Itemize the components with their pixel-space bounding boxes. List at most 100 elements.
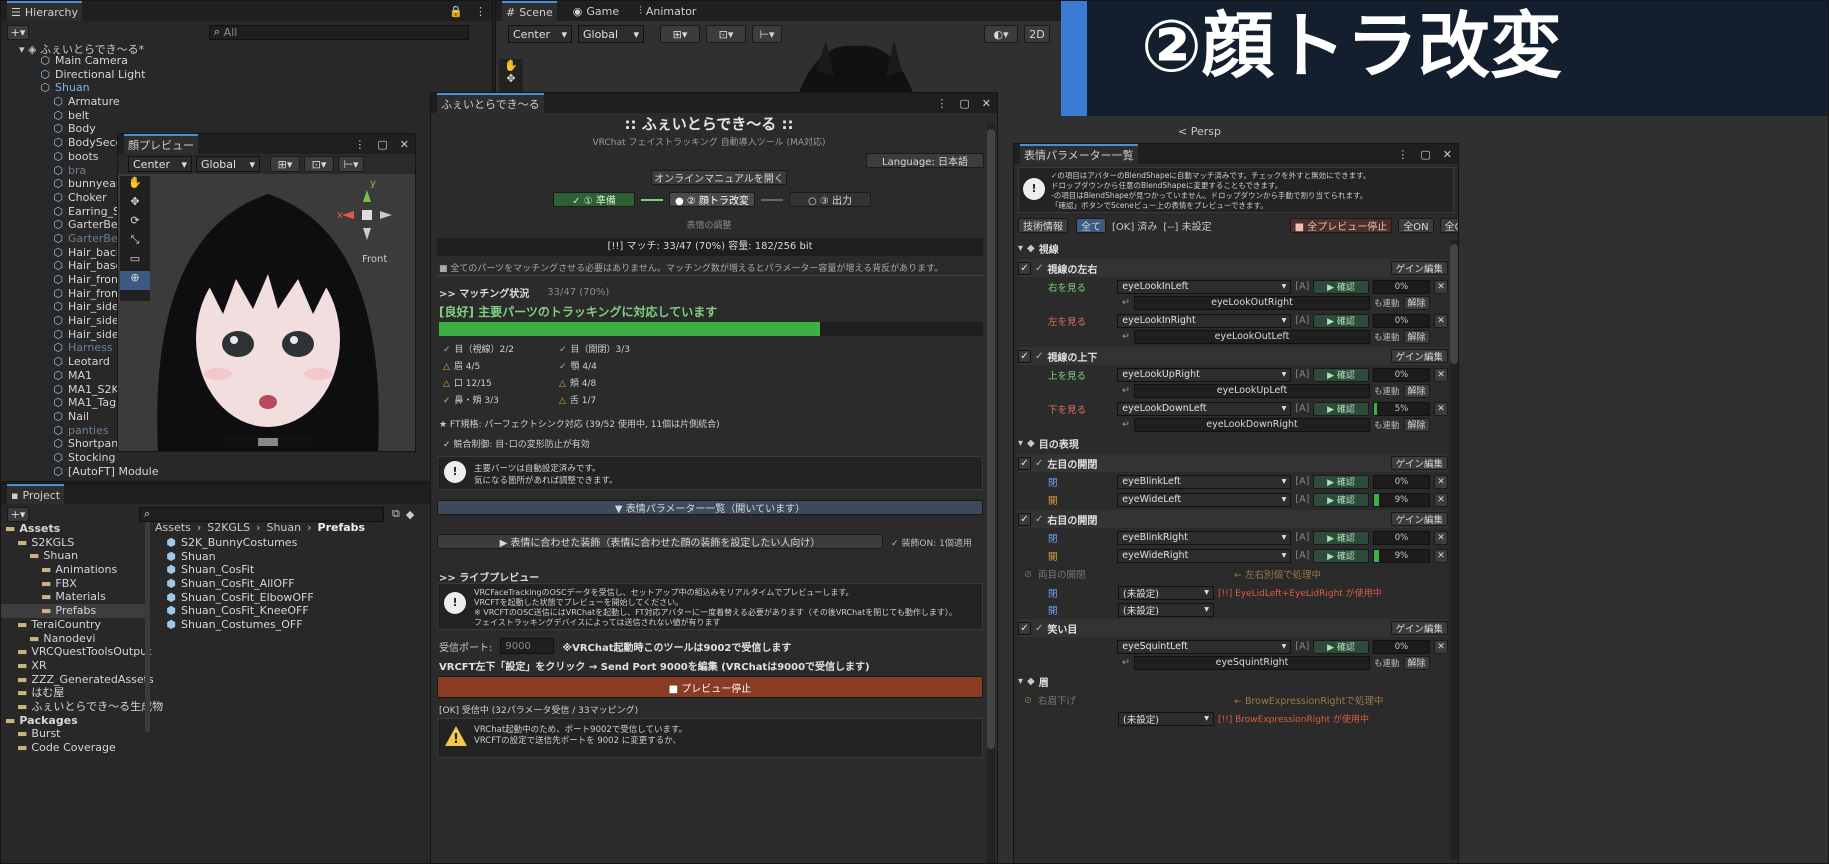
grid-snap-button[interactable]: ⊞▾	[660, 25, 700, 43]
tab-scene[interactable]: # Scene	[502, 1, 557, 21]
add-asset-button[interactable]: +▾	[7, 506, 29, 522]
tab-hierarchy[interactable]: ☰ Hierarchy	[7, 1, 83, 21]
hand-tool-icon[interactable]: ✋	[499, 59, 523, 72]
pivot-dropdown[interactable]: Center ▾	[508, 25, 572, 43]
persp-label[interactable]: < Persp	[1178, 125, 1221, 138]
blendshape-dropdown[interactable]: eyeSquintLeft ▾	[1117, 639, 1292, 654]
hierarchy-item[interactable]: ⬡ Armature	[1, 95, 492, 109]
mode-2d-button[interactable]: 2D	[1024, 25, 1050, 43]
transform-tool-icon[interactable]: ⊕	[120, 271, 150, 290]
project-folder-item[interactable]: ▬ VRCQuestToolsOutput	[1, 645, 151, 659]
open-manual-button[interactable]: オンラインマニュアルを開く	[651, 170, 787, 185]
close-icon[interactable]: ✕	[400, 138, 409, 151]
blendshape-dropdown[interactable]: eyeLookInLeft ▾	[1117, 279, 1292, 294]
checkbox[interactable]: ✓	[1018, 261, 1031, 275]
maximize-icon[interactable]: ▢	[377, 138, 387, 151]
project-folder-item[interactable]: ▬ Code Coverage	[1, 741, 146, 755]
hierarchy-item[interactable]: ⬡ Stocking	[1, 451, 492, 465]
project-folder-item[interactable]: ▬ XR	[1, 659, 146, 673]
confirm-button[interactable]: ▶ 確認	[1313, 530, 1369, 545]
value-slider[interactable]: 0%	[1372, 313, 1431, 328]
tool-scrollbar-thumb[interactable]	[987, 129, 995, 749]
confirm-button[interactable]: ▶ 確認	[1313, 474, 1369, 489]
tab-face-preview[interactable]: 顔プレビュー	[124, 134, 198, 154]
expr-section-header[interactable]: ▾ ◆ 視線	[1018, 240, 1448, 257]
checkbox[interactable]: ✓	[1018, 621, 1031, 635]
blendshape-dropdown[interactable]: eyeWideRight ▾	[1117, 548, 1292, 563]
blendshape-dropdown[interactable]: (未設定) ▾	[1118, 711, 1214, 726]
gain-edit-button[interactable]: ゲイン編集	[1390, 349, 1448, 363]
project-folder-item[interactable]: ▬ Assets	[1, 522, 146, 536]
expr-scrollbar-thumb[interactable]	[1450, 244, 1458, 364]
menu-icon[interactable]: ⋮	[1397, 148, 1408, 161]
checkbox[interactable]: ✓	[1018, 456, 1031, 470]
blendshape-dropdown[interactable]: eyeLookDownLeft ▾	[1117, 401, 1292, 416]
breadcrumb-item[interactable]: Assets	[155, 521, 191, 534]
label-icon[interactable]: ◆	[406, 508, 414, 521]
gain-edit-button[interactable]: ゲイン編集	[1390, 456, 1448, 470]
expand-icon[interactable]: ▾	[1018, 676, 1023, 687]
value-slider[interactable]: 5%	[1372, 401, 1431, 416]
expr-section-header[interactable]: ▾ ◆ 目の表現	[1018, 435, 1448, 452]
filter-all[interactable]: 全て	[1076, 218, 1106, 233]
stop-preview-button[interactable]: ■ プレビュー停止	[437, 676, 983, 698]
expr-list-toggle[interactable]: ▼ 表情パラメーター一覧（開いています）	[437, 500, 983, 515]
prefab-item[interactable]: ⬢ Shuan_CosFit	[165, 563, 314, 577]
expand-icon[interactable]: ▾	[1018, 438, 1023, 449]
prefab-item[interactable]: ⬢ Shuan_CosFit_ElbowOFF	[165, 591, 314, 605]
remove-button[interactable]: ✕	[1434, 367, 1448, 382]
remove-button[interactable]: ✕	[1434, 474, 1448, 489]
checkbox[interactable]: ✓	[1018, 349, 1031, 363]
move-tool-icon[interactable]: ✥	[120, 195, 150, 214]
snap-button[interactable]: ⊡▾	[304, 156, 334, 172]
filter-icon[interactable]: ⧉	[392, 507, 400, 521]
tool-scrollbar[interactable]	[987, 123, 995, 863]
remove-button[interactable]: ✕	[1434, 279, 1448, 294]
hierarchy-item[interactable]: ⬡ belt	[1, 109, 492, 123]
gain-edit-button[interactable]: ゲイン編集	[1390, 261, 1448, 275]
face-viewport[interactable]: ✋ ✥ ⟳ ⤡ ▭ ⊕ y x Front	[118, 174, 415, 451]
prefab-item[interactable]: ⬢ Shuan	[165, 550, 314, 564]
close-icon[interactable]: ✕	[1443, 148, 1452, 161]
menu-icon[interactable]: ⋮	[475, 5, 486, 18]
stop-all-preview-button[interactable]: ■ 全プレビュー停止	[1289, 218, 1393, 233]
hierarchy-item[interactable]: ⬡ Directional Light	[1, 68, 492, 82]
value-slider[interactable]: 0%	[1372, 474, 1431, 489]
hierarchy-item[interactable]: ⬡ Main Camera	[1, 54, 492, 68]
project-search[interactable]: ⌕	[139, 506, 384, 522]
confirm-button[interactable]: ▶ 確認	[1313, 548, 1369, 563]
confirm-button[interactable]: ▶ 確認	[1313, 367, 1369, 382]
face-pivot-dropdown[interactable]: Center ▾	[128, 156, 192, 172]
grid-snap-button[interactable]: ⊞▾	[270, 156, 300, 172]
add-button[interactable]: +▾	[7, 24, 29, 40]
rect-tool-icon[interactable]: ▭	[120, 252, 150, 271]
value-slider[interactable]: 0%	[1372, 367, 1431, 382]
project-folder-item[interactable]: ▬ Shuan	[1, 549, 146, 563]
project-folder-item[interactable]: ▬ Nanodevi	[1, 632, 146, 646]
rotate-tool-icon[interactable]: ⟳	[120, 214, 150, 233]
confirm-button[interactable]: ▶ 確認	[1313, 401, 1369, 416]
confirm-button[interactable]: ▶ 確認	[1313, 313, 1369, 328]
linked-blendshape-field[interactable]: eyeLookOutRight	[1134, 295, 1370, 310]
project-folder-item[interactable]: ▬ Animations	[1, 563, 146, 577]
project-folder-item[interactable]: ▬ Prefabs	[1, 604, 146, 618]
gain-edit-button[interactable]: ゲイン編集	[1390, 512, 1448, 526]
tab-tool[interactable]: ふぇいとらでき〜る	[437, 93, 544, 113]
remove-button[interactable]: ✕	[1434, 492, 1448, 507]
confirm-button[interactable]: ▶ 確認	[1313, 492, 1369, 507]
remove-button[interactable]: ✕	[1434, 530, 1448, 545]
expr-scrollbar[interactable]	[1450, 240, 1458, 860]
shading-button[interactable]: ◐▾	[984, 25, 1018, 43]
remove-button[interactable]: ✕	[1434, 639, 1448, 654]
port-input[interactable]: 9000	[500, 638, 555, 654]
lock-icon[interactable]: 🔒	[449, 5, 463, 18]
maximize-icon[interactable]: ▢	[959, 97, 969, 110]
blendshape-dropdown[interactable]: eyeWideLeft ▾	[1117, 492, 1292, 507]
filter-unset[interactable]: [--] 未設定	[1163, 218, 1211, 233]
project-folder-item[interactable]: ▬ はむ屋	[1, 686, 146, 700]
linked-blendshape-field[interactable]: eyeSquintRight	[1134, 655, 1370, 670]
unlink-button[interactable]: 解除	[1403, 655, 1430, 670]
blendshape-dropdown[interactable]: eyeLookInRight ▾	[1117, 313, 1292, 328]
remove-button[interactable]: ✕	[1434, 401, 1448, 416]
confirm-button[interactable]: ▶ 確認	[1313, 639, 1369, 654]
